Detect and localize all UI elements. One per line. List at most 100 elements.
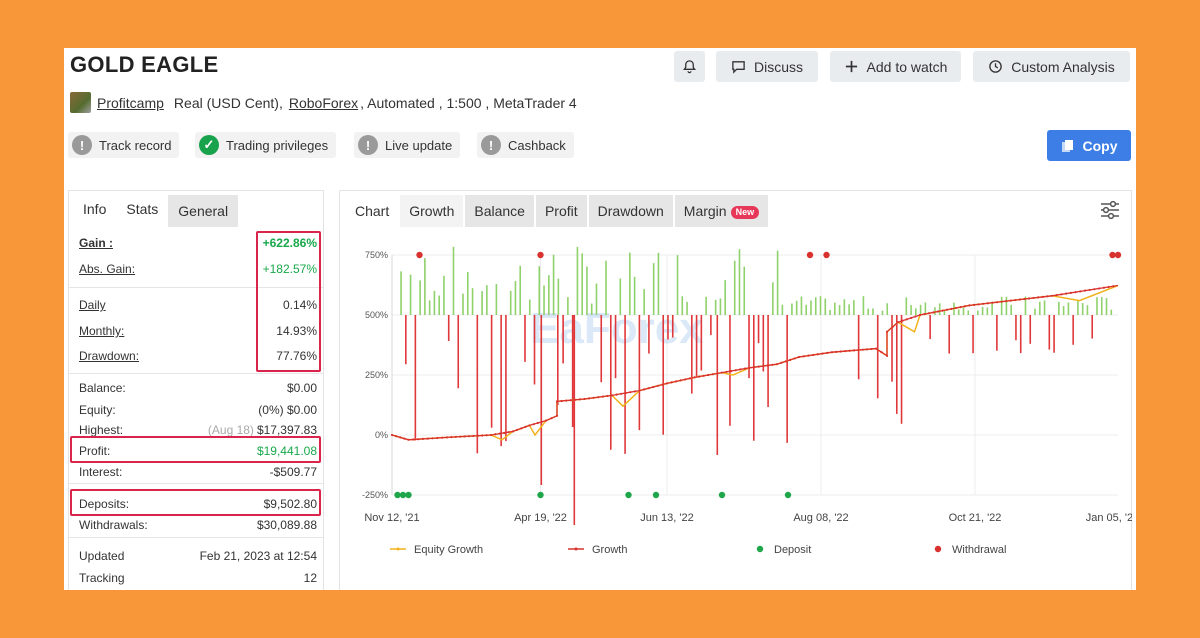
page-title: GOLD EAGLE xyxy=(70,52,219,77)
growth-marker xyxy=(936,310,940,313)
daily-bar xyxy=(557,315,559,405)
tab-info[interactable]: Info xyxy=(73,191,116,227)
growth-marker xyxy=(399,436,402,439)
daily-bar xyxy=(719,298,722,315)
daily-bar xyxy=(576,246,579,315)
growth-marker xyxy=(629,391,632,394)
daily-bar xyxy=(581,253,583,315)
daily-bar xyxy=(443,275,445,315)
stat-equity-pct: (0%) xyxy=(258,403,284,417)
x-tick-label: Aug 08, '22 xyxy=(793,512,848,524)
daily-bar xyxy=(540,315,543,485)
growth-marker xyxy=(472,434,475,438)
legend-label: Equity Growth xyxy=(414,544,483,556)
tab-balance[interactable]: Balance xyxy=(465,195,534,227)
growth-marker xyxy=(407,438,410,441)
daily-bar xyxy=(716,315,719,455)
daily-bar xyxy=(876,315,879,399)
growth-marker xyxy=(467,435,471,438)
tab-margin[interactable]: Margin New xyxy=(674,195,769,227)
copy-icon xyxy=(1061,139,1073,152)
highlight-box xyxy=(70,489,321,516)
growth-marker xyxy=(532,423,535,426)
growth-marker xyxy=(757,365,760,368)
legend-swatch xyxy=(934,545,942,553)
daily-bar xyxy=(957,309,960,315)
badge-track-record[interactable]: ! Track record xyxy=(68,132,180,158)
growth-marker xyxy=(583,397,586,401)
tab-general[interactable]: General xyxy=(168,195,239,227)
stat-tracking: Tracking 12 xyxy=(79,571,317,585)
x-tick-label: Jun 13, '22 xyxy=(640,512,693,524)
daily-bar xyxy=(1058,301,1060,315)
x-tick-label: Apr 19, '22 xyxy=(514,512,567,524)
growth-marker xyxy=(494,433,497,436)
badge-label: Track record xyxy=(99,137,172,153)
discuss-button[interactable]: Discuss xyxy=(716,51,818,82)
growth-marker xyxy=(762,364,765,368)
growth-marker xyxy=(734,369,737,372)
deposit-dot xyxy=(784,491,792,499)
growth-marker xyxy=(565,399,568,402)
growth-marker xyxy=(910,316,913,319)
growth-marker xyxy=(954,306,958,310)
daily-bar xyxy=(681,296,684,315)
tab-chart[interactable]: Chart xyxy=(346,195,398,227)
custom-analysis-label: Custom Analysis xyxy=(1011,58,1115,75)
badge-cashback[interactable]: ! Cashback xyxy=(477,132,574,158)
growth-marker xyxy=(963,305,967,308)
growth-marker xyxy=(1018,298,1022,301)
legend-swatch xyxy=(756,545,764,553)
stat-interest: Interest: -$509.77 xyxy=(79,465,317,479)
growth-marker xyxy=(615,393,618,396)
daily-bar xyxy=(600,315,603,383)
growth-marker xyxy=(620,392,623,395)
growth-marker xyxy=(601,395,604,398)
tab-profit[interactable]: Profit xyxy=(535,195,587,227)
daily-bar xyxy=(1096,297,1098,315)
daily-bar xyxy=(757,315,760,344)
growth-marker xyxy=(693,376,696,379)
growth-marker xyxy=(498,432,501,435)
growth-marker xyxy=(1046,295,1049,298)
custom-analysis-button[interactable]: Custom Analysis xyxy=(973,51,1130,82)
growth-marker xyxy=(986,302,989,305)
growth-marker xyxy=(503,431,506,434)
sliders-icon[interactable] xyxy=(1099,199,1121,221)
highlight-box xyxy=(256,231,321,372)
daily-bar xyxy=(1038,301,1041,315)
growth-marker xyxy=(826,351,829,354)
daily-bar xyxy=(700,315,703,371)
growth-marker xyxy=(901,319,904,322)
daily-bar xyxy=(652,263,655,315)
growth-marker xyxy=(1055,293,1058,297)
daily-bar xyxy=(829,309,831,315)
tab-growth[interactable]: Growth xyxy=(400,195,464,227)
daily-bar xyxy=(900,315,903,424)
daily-bar xyxy=(981,306,984,315)
stat-label: Monthly: xyxy=(79,324,125,338)
growth-marker xyxy=(610,394,614,397)
growth-marker xyxy=(830,351,834,354)
growth-marker xyxy=(730,369,733,373)
growth-marker xyxy=(661,383,664,386)
daily-bar xyxy=(910,305,912,315)
growth-marker xyxy=(1027,297,1031,300)
growth-marker xyxy=(885,354,889,357)
copy-button[interactable]: Copy xyxy=(1047,130,1131,161)
broker-link[interactable]: RoboForex xyxy=(289,95,358,111)
growth-marker xyxy=(880,351,883,354)
daily-bar xyxy=(881,310,884,315)
badge-trading-privileges[interactable]: ✓ Trading privileges xyxy=(195,132,337,158)
owner-link[interactable]: Profitcamp xyxy=(97,95,164,111)
daily-bar xyxy=(1000,296,1003,315)
add-to-watch-button[interactable]: Add to watch xyxy=(830,51,961,82)
daily-bar xyxy=(943,310,946,315)
daily-bar xyxy=(657,252,660,315)
daily-bar xyxy=(938,303,941,315)
tab-drawdown[interactable]: Drawdown xyxy=(588,195,673,227)
deposit-dot xyxy=(537,491,544,499)
badge-live-update[interactable]: ! Live update xyxy=(354,132,461,158)
tab-stats[interactable]: Stats xyxy=(116,191,168,227)
notifications-button[interactable] xyxy=(674,51,705,82)
